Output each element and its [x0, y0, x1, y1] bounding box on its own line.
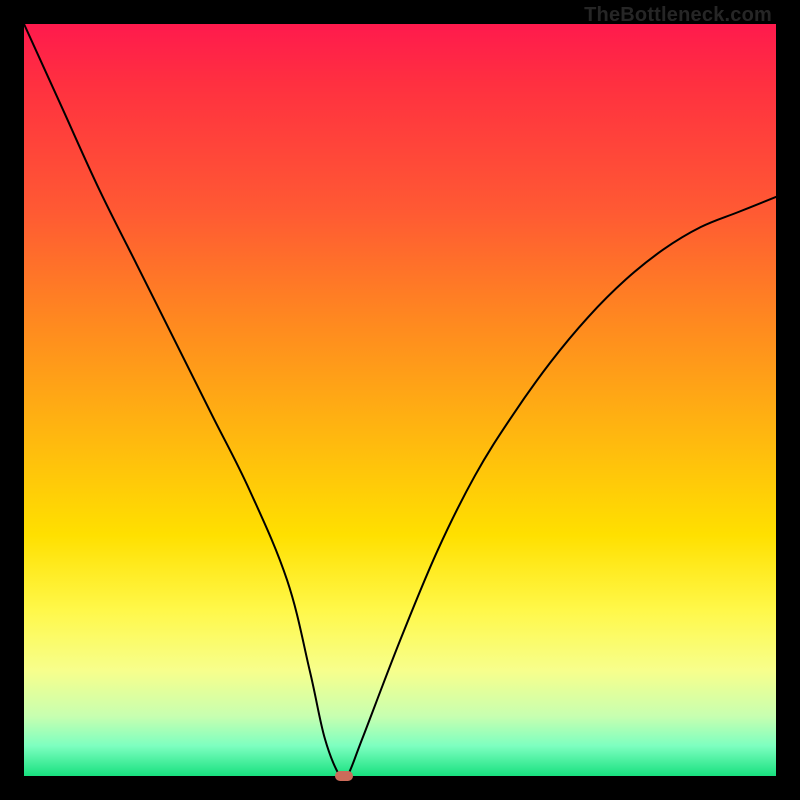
chart-frame: TheBottleneck.com [0, 0, 800, 800]
bottleneck-curve-path [24, 24, 776, 776]
minimum-marker [335, 771, 353, 781]
curve-svg [24, 24, 776, 776]
plot-area [24, 24, 776, 776]
